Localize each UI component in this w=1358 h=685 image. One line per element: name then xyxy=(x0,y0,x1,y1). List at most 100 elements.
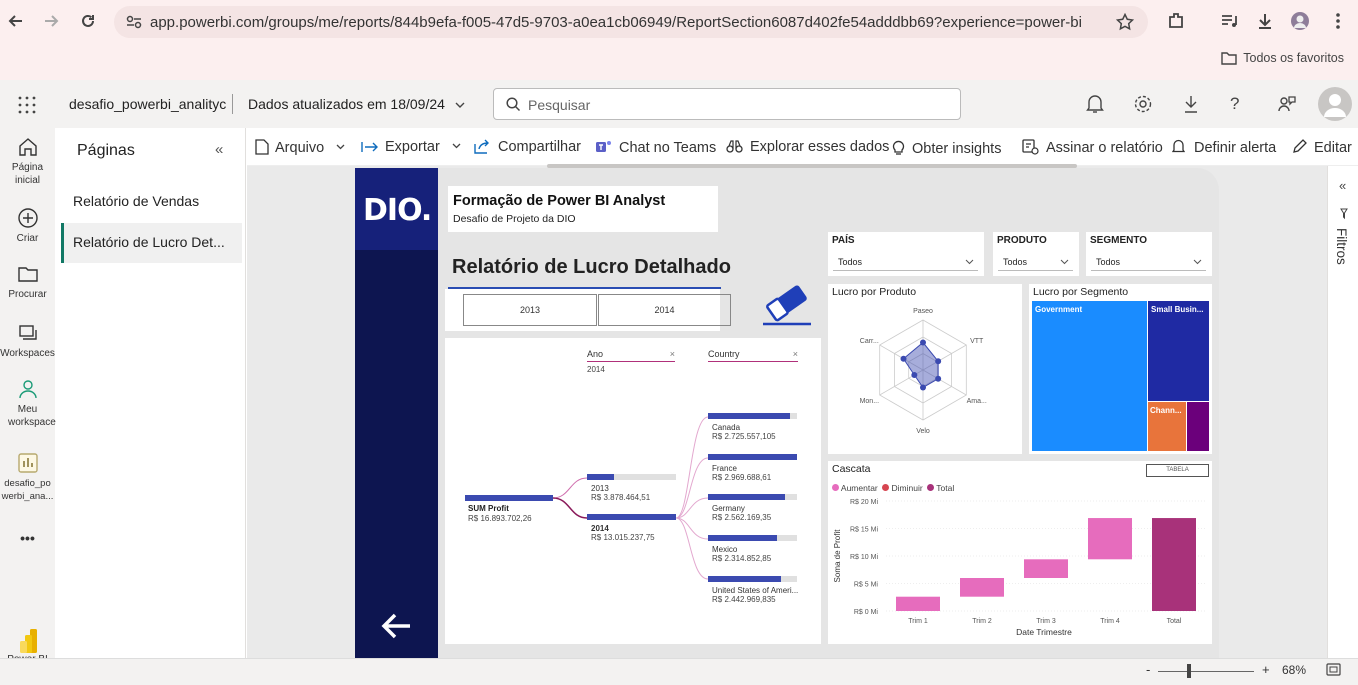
report-toolbar: Arquivo Exportar Compartilhar Chat no Te… xyxy=(247,128,1358,166)
data-updated-dropdown[interactable]: Dados atualizados em 18/09/24 xyxy=(248,96,465,112)
radar-point[interactable] xyxy=(920,339,926,346)
radar-point[interactable] xyxy=(920,384,926,391)
workspace-name[interactable]: desafio_powerbi_analityc xyxy=(69,96,226,112)
subscribe-button[interactable]: Assinar o relatório xyxy=(1022,139,1163,156)
download-icon[interactable] xyxy=(1255,11,1275,31)
waterfall-bar[interactable] xyxy=(1024,559,1068,578)
tree-country-bar[interactable] xyxy=(708,413,790,419)
file-menu[interactable]: Arquivo xyxy=(255,139,345,156)
nav-browse-label: Procurar xyxy=(8,289,47,300)
radar-chart: Lucro por Produto Paseo VTT Ama... Velo Mon.… xyxy=(828,284,1022,454)
lightbulb-icon xyxy=(892,139,905,156)
nav-create[interactable]: Criar xyxy=(0,207,55,245)
zoom-slider-track[interactable] xyxy=(1158,671,1254,672)
address-bar[interactable]: app.powerbi.com/groups/me/reports/844b9e… xyxy=(114,6,1148,38)
radar-point[interactable] xyxy=(935,375,942,382)
x-axis-label: Date Trimestre xyxy=(1016,627,1072,637)
tree-country-bar[interactable] xyxy=(708,535,777,542)
share-button[interactable]: Compartilhar xyxy=(474,139,581,155)
browser-menu-icon[interactable] xyxy=(1328,11,1348,31)
table-button[interactable]: TABELA xyxy=(1146,464,1209,477)
treemap-other[interactable] xyxy=(1187,402,1209,451)
waterfall-bar[interactable] xyxy=(960,578,1004,597)
reload-icon[interactable] xyxy=(78,11,98,31)
tree-root-label: SUM Profit xyxy=(468,504,509,513)
explore-data-button[interactable]: Explorar esses dados xyxy=(726,139,889,155)
more-icon[interactable]: ••• xyxy=(0,531,55,545)
year-button-2014[interactable]: 2014 xyxy=(598,294,731,326)
tree-year-bar[interactable] xyxy=(587,514,676,520)
user-avatar[interactable] xyxy=(1318,87,1352,121)
tree-country-bar[interactable] xyxy=(708,494,785,501)
treemap-small-business[interactable]: Small Busin... xyxy=(1148,301,1209,401)
decomposition-tree: Ano × 2014 Country × SUM Profit R$ 16.89… xyxy=(445,338,821,644)
page-item-vendas[interactable]: Relatório de Vendas xyxy=(61,182,242,222)
favorites-bar-item[interactable]: Todos os favoritos xyxy=(1221,51,1344,65)
waterfall-legend: Aumentar Diminuir Total xyxy=(832,483,954,493)
zoom-slider-thumb[interactable] xyxy=(1187,664,1191,678)
radar-point[interactable] xyxy=(935,358,942,365)
search-icon xyxy=(506,97,521,112)
extensions-icon[interactable] xyxy=(1166,11,1186,31)
filters-pane[interactable]: « Filtros xyxy=(1327,166,1358,658)
back-arrow-icon[interactable] xyxy=(380,612,412,640)
export-menu[interactable]: Exportar xyxy=(361,139,461,155)
edit-button[interactable]: Editar xyxy=(1292,139,1352,156)
treemap-government[interactable]: Government xyxy=(1032,301,1147,451)
slicer-pais-dropdown[interactable]: Todos xyxy=(833,254,978,271)
tree-country-bar[interactable] xyxy=(708,575,781,582)
nav-report[interactable]: desafio_po werbi_ana... xyxy=(0,452,55,503)
nav-home-label: Página inicial xyxy=(11,162,44,186)
star-icon[interactable] xyxy=(1116,13,1134,31)
insights-button[interactable]: Obter insights xyxy=(892,139,1001,157)
settings-icon[interactable] xyxy=(1133,94,1153,114)
profile-avatar[interactable] xyxy=(1290,11,1310,31)
back-icon[interactable] xyxy=(6,11,26,31)
nav-workspaces[interactable]: Workspaces xyxy=(0,322,55,360)
radar-area[interactable] xyxy=(902,341,939,389)
feedback-icon[interactable] xyxy=(1277,94,1297,114)
download-icon[interactable] xyxy=(1182,94,1200,114)
powerbi-logo-icon xyxy=(17,628,39,653)
site-info-icon[interactable] xyxy=(126,15,142,29)
nav-my-workspace[interactable]: Meu workspace xyxy=(0,378,56,429)
nav-home[interactable]: Página inicial xyxy=(0,136,55,187)
waterfall-bar[interactable] xyxy=(1088,518,1132,560)
media-icon[interactable] xyxy=(1219,11,1239,31)
zoom-level: 68% xyxy=(1282,663,1307,677)
zoom-out-button[interactable]: - xyxy=(1146,662,1150,677)
help-icon[interactable]: ? xyxy=(1230,94,1239,114)
app-launcher-icon[interactable] xyxy=(18,96,36,114)
radar-plot[interactable]: Paseo VTT Ama... Velo Mon... Carr... xyxy=(828,302,1022,452)
eraser-icon[interactable] xyxy=(759,280,815,328)
y-tick-label: R$ 0 Mi xyxy=(854,609,879,616)
waterfall-bar[interactable] xyxy=(1152,518,1196,611)
expand-filters-icon[interactable]: « xyxy=(1339,178,1346,193)
notifications-icon[interactable] xyxy=(1086,94,1104,114)
slicer-produto-label: PRODUTO xyxy=(997,235,1047,246)
waterfall-bar[interactable] xyxy=(896,596,940,611)
radar-point[interactable] xyxy=(900,355,907,362)
waterfall-plot[interactable]: R$ 20 Mi R$ 15 Mi R$ 10 Mi R$ 5 Mi R$ 0 Mi So… xyxy=(828,493,1212,643)
collapse-pane-icon[interactable]: « xyxy=(215,141,223,158)
chevron-down-icon xyxy=(455,102,465,108)
alert-button[interactable]: Definir alerta xyxy=(1172,139,1276,156)
radar-point[interactable] xyxy=(911,372,918,378)
tree-country-label: Canada xyxy=(712,423,741,432)
fit-page-icon[interactable] xyxy=(1326,663,1341,676)
tree-country-bar[interactable] xyxy=(708,453,797,460)
forward-icon[interactable] xyxy=(41,11,61,31)
tree-year-bar[interactable] xyxy=(587,474,614,480)
page-item-lucro[interactable]: Relatório de Lucro Det... xyxy=(61,223,242,263)
treemap-title: Lucro por Segmento xyxy=(1033,286,1129,298)
tree-root-bar[interactable] xyxy=(465,495,553,501)
zoom-in-button[interactable]: + xyxy=(1262,662,1270,677)
slicer-produto-dropdown[interactable]: Todos xyxy=(998,254,1073,271)
search-box[interactable]: Pesquisar xyxy=(493,88,961,120)
slicer-segmento-dropdown[interactable]: Todos xyxy=(1091,254,1206,271)
radar-axis-label: Ama... xyxy=(967,398,987,405)
nav-browse[interactable]: Procurar xyxy=(0,263,55,301)
year-button-2013[interactable]: 2013 xyxy=(463,294,597,326)
treemap-channel[interactable]: Chann... xyxy=(1148,402,1186,451)
teams-button[interactable]: Chat no Teams xyxy=(595,139,716,156)
